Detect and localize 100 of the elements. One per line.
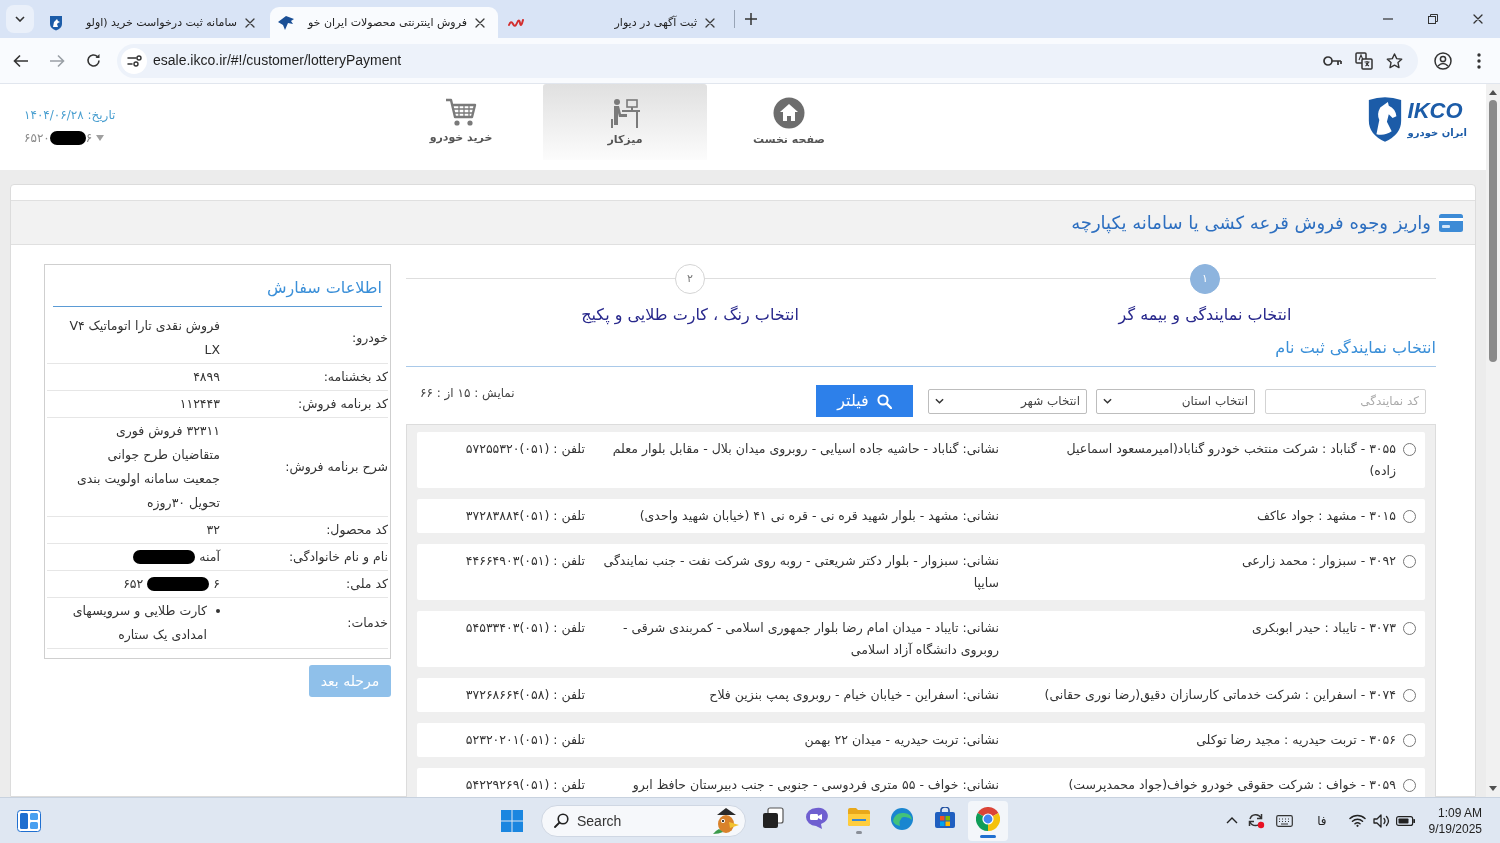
agency-row[interactable]: ۳۰۵۹ - خواف : شرکت حقوقی خودرو خواف(جواد محمدپرست) نشانی: خواف - ۵۵ متری فردوسی - جنوبی - جنب دبیرستان حافظ ابرو تلفن : (۰۵۱)۵۴۲۲۹۲۶۹ — [417, 768, 1425, 797]
radio-button[interactable] — [1403, 622, 1416, 635]
agency-code-field[interactable]: کد نمایندگی — [1265, 388, 1426, 414]
round-logo-icon[interactable] — [976, 806, 1000, 831]
star-icon[interactable] — [1386, 52, 1403, 69]
bullet-icon — [216, 609, 220, 613]
site-settings-icon[interactable] — [121, 47, 147, 74]
logo-icon — [48, 14, 64, 31]
field-value: ۶۵۲ — [123, 575, 144, 593]
agency-address: نشانی: تایباد - میدان امام رضا بلوار جمهوری اسلامی - کمربندی شرقی - روبروی دانشگاه آزاد اسلامی — [621, 619, 999, 660]
agency-phone: تلفن : (۰۵۱)۴۴۶۶۴۹۰۳ — [465, 552, 585, 571]
agency-row[interactable]: ۳۰۷۳ - تایباد : حیدر ابوبکری نشانی: تایباد - میدان امام رضا بلوار جمهوری اسلامی - کمربندی شرقی - روبروی دانشگاه آزاد اسلامی تلفن : (۰۵۱)۵۴۵۳۳۴۰۳ — [417, 611, 1425, 667]
panel-title: اطلاعات سفارش — [267, 277, 382, 300]
redaction-mark — [147, 577, 210, 591]
battery-icon[interactable] — [1395, 815, 1415, 826]
agency-address: نشانی: تربت حیدریه - میدان ۲۲ بهمن — [803, 731, 999, 750]
back-icon[interactable] — [13, 53, 29, 68]
radio-button[interactable] — [1403, 734, 1416, 747]
agency-name: ۳۰۵۹ - خواف : شرکت حقوقی خودرو خواف(جواد محمدپرست) — [1067, 776, 1396, 795]
agency-name: ۳۰۹۲ - سبزوار : محمد زارعی — [1240, 552, 1396, 571]
section-title: انتخاب نمایندگی ثبت نام — [1275, 337, 1436, 359]
translate-icon[interactable] — [1355, 51, 1373, 70]
scroll-thumb[interactable] — [1489, 100, 1497, 362]
agency-address: نشانی: مشهد - بلوار شهید قره نی - قره نی ۴۱ (خیابان شهید واحدی) — [638, 507, 999, 526]
field-value: فروش نقدی تارا اتوماتیک V۴ LX — [68, 317, 220, 359]
taskbar-search-box[interactable]: Search — [541, 804, 746, 837]
field-value: ۳۲۳۱۱ فروش فوری متقاضیان طرح جوانی جمعیت سامانه اولویت بندی تحویل ۳۰روزه — [75, 422, 220, 513]
close-icon[interactable] — [1472, 14, 1483, 24]
folder-icon[interactable] — [847, 806, 871, 827]
shopping-bag-icon[interactable] — [934, 806, 956, 829]
field-label: شرح برنامه فروش: — [284, 458, 388, 477]
new-tab-icon[interactable] — [745, 13, 757, 25]
active-app-button[interactable] — [968, 800, 1008, 841]
clock-time[interactable]: 1:09 AM — [1437, 804, 1482, 821]
agency-row[interactable]: ۳۰۷۴ - اسفراین : شرکت خدماتی کارسازان دقیق(رضا نوری حقانی) نشانی: اسفراین - خیابان خیام - روبروی پمپ بنزین فلاح تلفن : (۰۵۸)۳۷۲۶۸۶۶۴ — [417, 678, 1425, 712]
minimize-icon[interactable] — [1382, 18, 1393, 20]
wifi-icon[interactable] — [1348, 814, 1366, 827]
stacked-squares-icon[interactable] — [762, 806, 784, 829]
date-text: تاریخ: ۱۴۰۴/۰۶/۲۸ — [24, 107, 116, 123]
taskbar-search-field[interactable]: Search — [577, 809, 703, 832]
province-select[interactable]: انتخاب استان — [1096, 388, 1255, 414]
sync-icon[interactable] — [1247, 812, 1266, 829]
agency-row[interactable]: ۳۰۹۲ - سبزوار : محمد زارعی نشانی: سبزوار - بلوار دکتر شریعتی - روبه روی شرکت نفت - جنب نمایندگی سایپا تلفن : (۰۵۱)۴۴۶۶۴۹۰۳ — [417, 544, 1425, 600]
horse-head-icon — [278, 15, 294, 30]
logo-text[interactable]: IKCO — [1407, 99, 1463, 122]
city-select[interactable]: انتخاب شهر — [928, 388, 1087, 414]
agency-name: ۳۰۱۵ - مشهد : جواد عاکف — [1256, 507, 1396, 526]
profile-icon[interactable] — [1434, 51, 1452, 70]
field-label: کد بخشنامه: — [322, 368, 388, 386]
filter-button[interactable]: فیلتر — [816, 385, 913, 417]
reload-icon[interactable] — [85, 53, 101, 68]
radio-button[interactable] — [1403, 443, 1416, 456]
field-value: ۱۱۲۴۴۳ — [178, 395, 220, 413]
scroll-down-icon[interactable] — [1489, 786, 1497, 791]
agency-row[interactable]: ۳۰۵۶ - تربت حیدریه : مجید رضا توکلی نشانی: تربت حیدریه - میدان ۲۲ بهمن تلفن : (۰۵۱)۵۲۳۲۰۲۰۱ — [417, 723, 1425, 757]
radio-button[interactable] — [1403, 689, 1416, 702]
home-icon — [773, 97, 805, 129]
agency-name: ۳۰۷۳ - تایباد : حیدر ابوبکری — [1251, 619, 1396, 638]
wordmark-icon — [508, 18, 524, 27]
video-chat-icon[interactable] — [804, 806, 828, 829]
more-options-icon[interactable] — [1477, 52, 1481, 69]
swirl-icon[interactable] — [890, 806, 914, 831]
speaker-icon[interactable] — [1372, 813, 1390, 828]
chevron-down-icon — [15, 16, 25, 22]
cart-icon — [445, 97, 477, 127]
address-bar[interactable]: esale.ikco.ir/#!/customer/lotteryPayment — [117, 43, 1418, 78]
step-number: ۱ — [1190, 264, 1220, 294]
browser-tab[interactable]: فروش اینترنتی محصولات ایران خو — [270, 7, 498, 38]
close-icon[interactable] — [475, 17, 485, 28]
keyboard-icon[interactable] — [1276, 814, 1294, 827]
close-icon[interactable] — [245, 17, 255, 28]
nav-item[interactable]: میزکار — [543, 84, 707, 160]
radio-button[interactable] — [1403, 779, 1416, 792]
widgets-icon[interactable] — [17, 809, 41, 832]
field-label: خودرو: — [350, 329, 388, 348]
close-icon[interactable] — [705, 17, 715, 28]
result-count: نمایش : ۱۵ از : ۶۶ — [420, 385, 515, 401]
field-label: خدمات: — [346, 614, 388, 632]
search-icon — [554, 813, 569, 828]
tab-list-button[interactable] — [6, 5, 34, 33]
radio-button[interactable] — [1403, 510, 1416, 523]
radio-button[interactable] — [1403, 555, 1416, 568]
field-label: کد محصول: — [325, 521, 388, 540]
start-icon[interactable] — [501, 809, 523, 832]
logo-subtitle[interactable]: ایران خودرو — [1407, 126, 1467, 139]
clock-date[interactable]: 9/19/2025 — [1428, 820, 1482, 837]
agency-phone: تلفن : (۰۵۱)۳۷۲۸۳۸۸۴ — [465, 507, 585, 526]
agency-row[interactable]: ۳۰۵۵ - گناباد : شرکت منتخب خودرو گناباد(امیرمسعود اسماعیل زاده) نشانی: گناباد - حاشیه جاده اسیایی - روبروی میدان بلال - مقابل بلوار معلم تلفن : (۰۵۱)۵۷۲۵۵۳۲۰ — [417, 432, 1425, 488]
restore-icon[interactable] — [1427, 14, 1438, 24]
caret-down-icon[interactable] — [96, 135, 105, 141]
field-value: ۶ — [213, 575, 220, 593]
field-label: کد ملی: — [345, 575, 388, 593]
language-indicator[interactable]: فا — [1317, 812, 1327, 829]
scroll-up-icon[interactable] — [1489, 90, 1497, 95]
key-icon[interactable] — [1323, 54, 1342, 67]
chevron-up-icon[interactable] — [1226, 817, 1239, 824]
agency-row[interactable]: ۳۰۱۵ - مشهد : جواد عاکف نشانی: مشهد - بلوار شهید قره نی - قره نی ۴۱ (خیابان شهید واحدی) تلفن : (۰۵۱)۳۷۲۸۳۸۸۴ — [417, 499, 1425, 533]
user-id-text: ۶۵۲۰ — [24, 130, 50, 146]
credit-card-icon — [1439, 213, 1463, 232]
agency-address: نشانی: سبزوار - بلوار دکتر شریعتی - روبه روی شرکت نفت - جنب نمایندگی سایپا — [602, 552, 999, 592]
